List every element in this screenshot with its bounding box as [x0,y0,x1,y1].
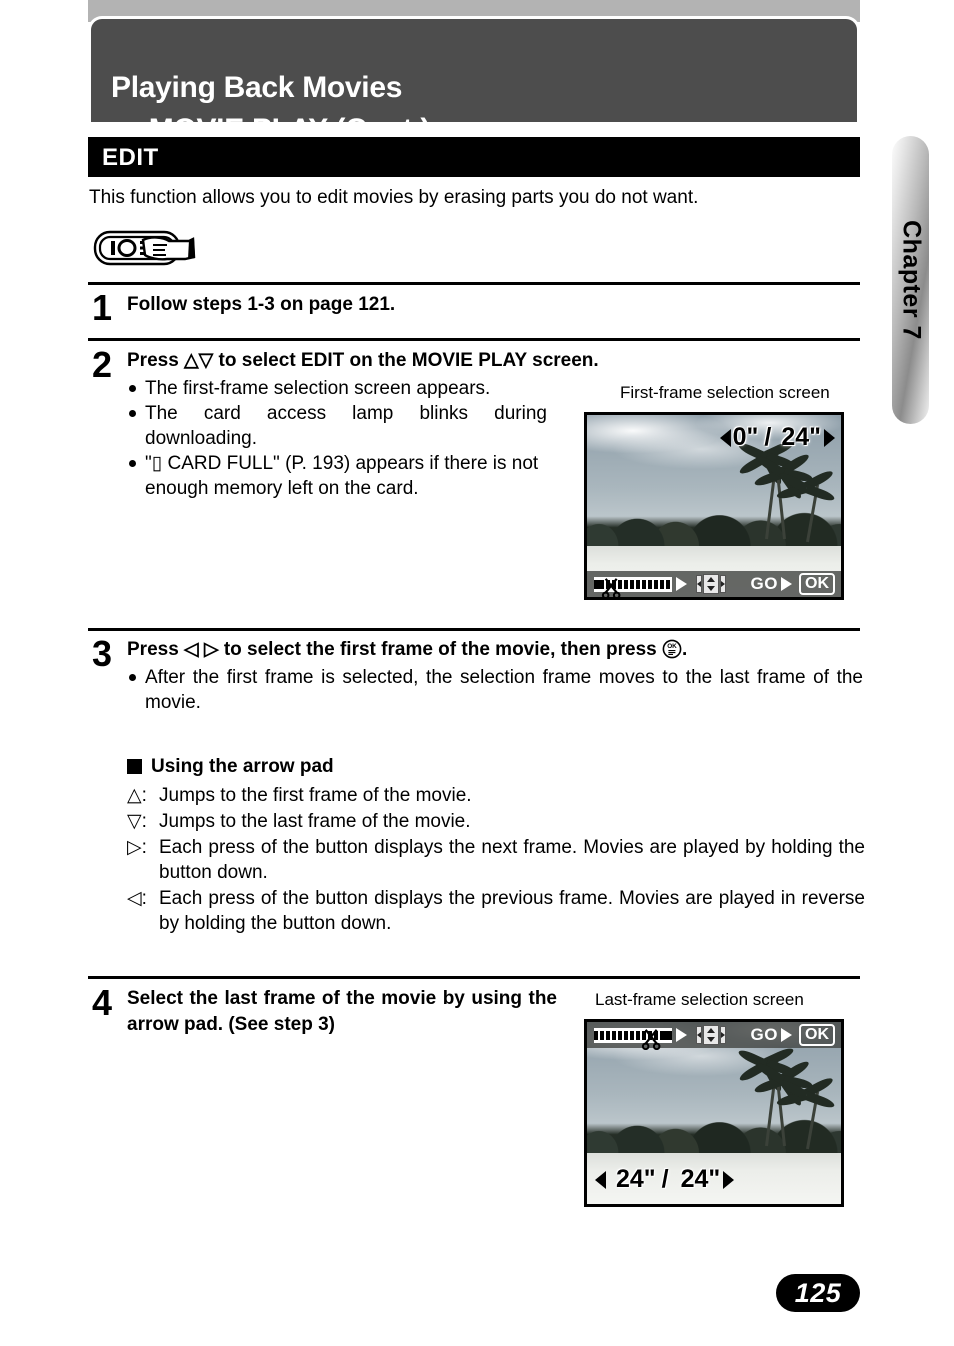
screenshot-2-caption: Last-frame selection screen [595,990,804,1009]
step-number-2: 2 [92,344,113,385]
svg-text:OK: OK [667,643,677,650]
screenshot-2-status-bar: GO OK [587,1022,841,1050]
screenshot-2-total-time: 24" [680,1165,721,1193]
arrow-right-icon [781,577,792,591]
screenshot-1-current-time: 0" [732,423,759,451]
hand-pressing-button-icon [93,228,213,268]
page-title-line1: Playing Back Movies [111,71,403,104]
step-3-heading: Press ◁ ▷ to select the first frame of t… [127,637,865,663]
screenshot-1-caption: First-frame selection screen [620,383,830,402]
divider [88,628,860,631]
arrow-pad-section-title: Using the arrow pad [151,756,334,777]
arrow-pad-row: ▷: Each press of the button displays the… [127,835,865,885]
ok-button-icon: OK [662,639,682,659]
screenshot-1-total-time: 24" [781,423,821,451]
arrow-pad-row-desc: Jumps to the last frame of the movie. [159,811,471,832]
divider [88,338,860,341]
screenshot-2-time-readout: 24" / 24" [595,1165,735,1193]
section-bar-label: EDIT [102,144,159,171]
next-frame-arrow-icon [824,428,835,447]
step-number-4: 4 [92,982,113,1023]
screenshot-1-ok-label: OK [799,573,835,595]
last-frame-selection-screen: GO OK 24" / 24" [584,1019,844,1207]
prev-frame-arrow-icon [719,428,731,447]
arrow-pad-icon [691,1025,731,1045]
page-header: Playing Back Movies — MOVIE PLAY (Cont.) [88,16,860,146]
screenshot-1-status-bar: GO OK [587,571,841,597]
bullet-square-icon [127,759,142,774]
step-4-body: Select the last frame of the movie by us… [127,986,557,1038]
screenshot-2-current-time: 24" [616,1165,656,1193]
step-2-bullet-1: The first-frame selection screen appears… [127,376,627,401]
arrow-right-icon [781,1028,792,1042]
step-4-heading: Select the last frame of the movie by us… [127,988,557,1035]
arrow-pad-row: ◁: Each press of the button displays the… [127,886,865,936]
screenshot-2-separator: / [661,1165,669,1193]
screenshot-2-go-label: GO [750,1025,778,1044]
section-bar-edit: EDIT [88,137,860,177]
next-frame-arrow-icon [723,1170,735,1189]
left-arrow-key-icon: ◁: [127,888,147,909]
arrow-right-icon [676,1028,687,1042]
arrow-pad-row-desc: Each press of the button displays the pr… [159,888,865,934]
screenshot-1-time-readout: 0" / 24" [719,423,835,451]
arrow-pad-row-desc: Jumps to the first frame of the movie. [159,785,472,806]
step-3-heading-pre: Press [127,639,185,660]
page-number-badge: 125 [776,1274,860,1312]
left-right-arrow-keys-icon: ◁ ▷ [184,639,219,660]
step-3-body: Press ◁ ▷ to select the first frame of t… [127,637,865,715]
divider [88,976,860,979]
screenshot-1-go-label: GO [750,574,778,593]
step-number-1: 1 [92,287,113,328]
arrow-pad-section-heading: Using the arrow pad [127,754,865,779]
screenshot-2-ok-label: OK [799,1024,835,1046]
up-down-arrow-keys-icon: △▽ [184,350,214,371]
step-2-body: Press △▽ to select EDIT on the MOVIE PLA… [127,348,627,501]
up-arrow-key-icon: △: [127,785,147,806]
page-number: 125 [794,1277,842,1308]
step-3-heading-post: to select the first frame of the movie, … [218,639,663,660]
filmstrip-scissors-icon [594,1027,672,1050]
step-2-bullet-3: "▯ CARD FULL" (P. 193) appears if there … [127,451,557,501]
chapter-tab: Chapter 7 [892,136,929,424]
step-2-bullet-2: The card access lamp blinks during downl… [127,401,547,451]
step-2-heading-pre: Press [127,350,185,371]
screenshot-1-separator: / [764,423,772,451]
arrow-right-icon [676,577,687,591]
step-1-body: Follow steps 1-3 on page 121. [127,292,627,318]
step-3-bullet-1: After the first frame is selected, the s… [127,665,863,715]
arrow-pad-icon [691,574,731,594]
arrow-pad-row: ▽: Jumps to the last frame of the movie. [127,809,865,834]
arrow-pad-row-desc: Each press of the button displays the ne… [159,837,865,883]
right-arrow-key-icon: ▷: [127,837,147,858]
manual-page: Playing Back Movies — MOVIE PLAY (Cont.)… [0,0,954,1346]
step-3-heading-suffix: . [682,639,688,660]
chapter-tab-label: Chapter 7 [897,220,925,340]
down-arrow-key-icon: ▽: [127,811,147,832]
step-2-heading-post: to select EDIT on the MOVIE PLAY screen. [213,350,599,371]
prev-frame-arrow-icon [595,1170,606,1189]
intro-paragraph: This function allows you to edit movies … [89,187,699,208]
step-1-heading: Follow steps 1-3 on page 121. [127,294,396,315]
step-2-heading: Press △▽ to select EDIT on the MOVIE PLA… [127,348,627,374]
arrow-pad-row: △: Jumps to the first frame of the movie… [127,783,865,808]
divider [88,282,860,285]
step-number-3: 3 [92,633,113,674]
first-frame-selection-screen: 0" / 24" GO OK [584,412,844,600]
filmstrip-scissors-icon [594,576,672,597]
arrow-pad-section: Using the arrow pad △: Jumps to the firs… [127,754,865,937]
